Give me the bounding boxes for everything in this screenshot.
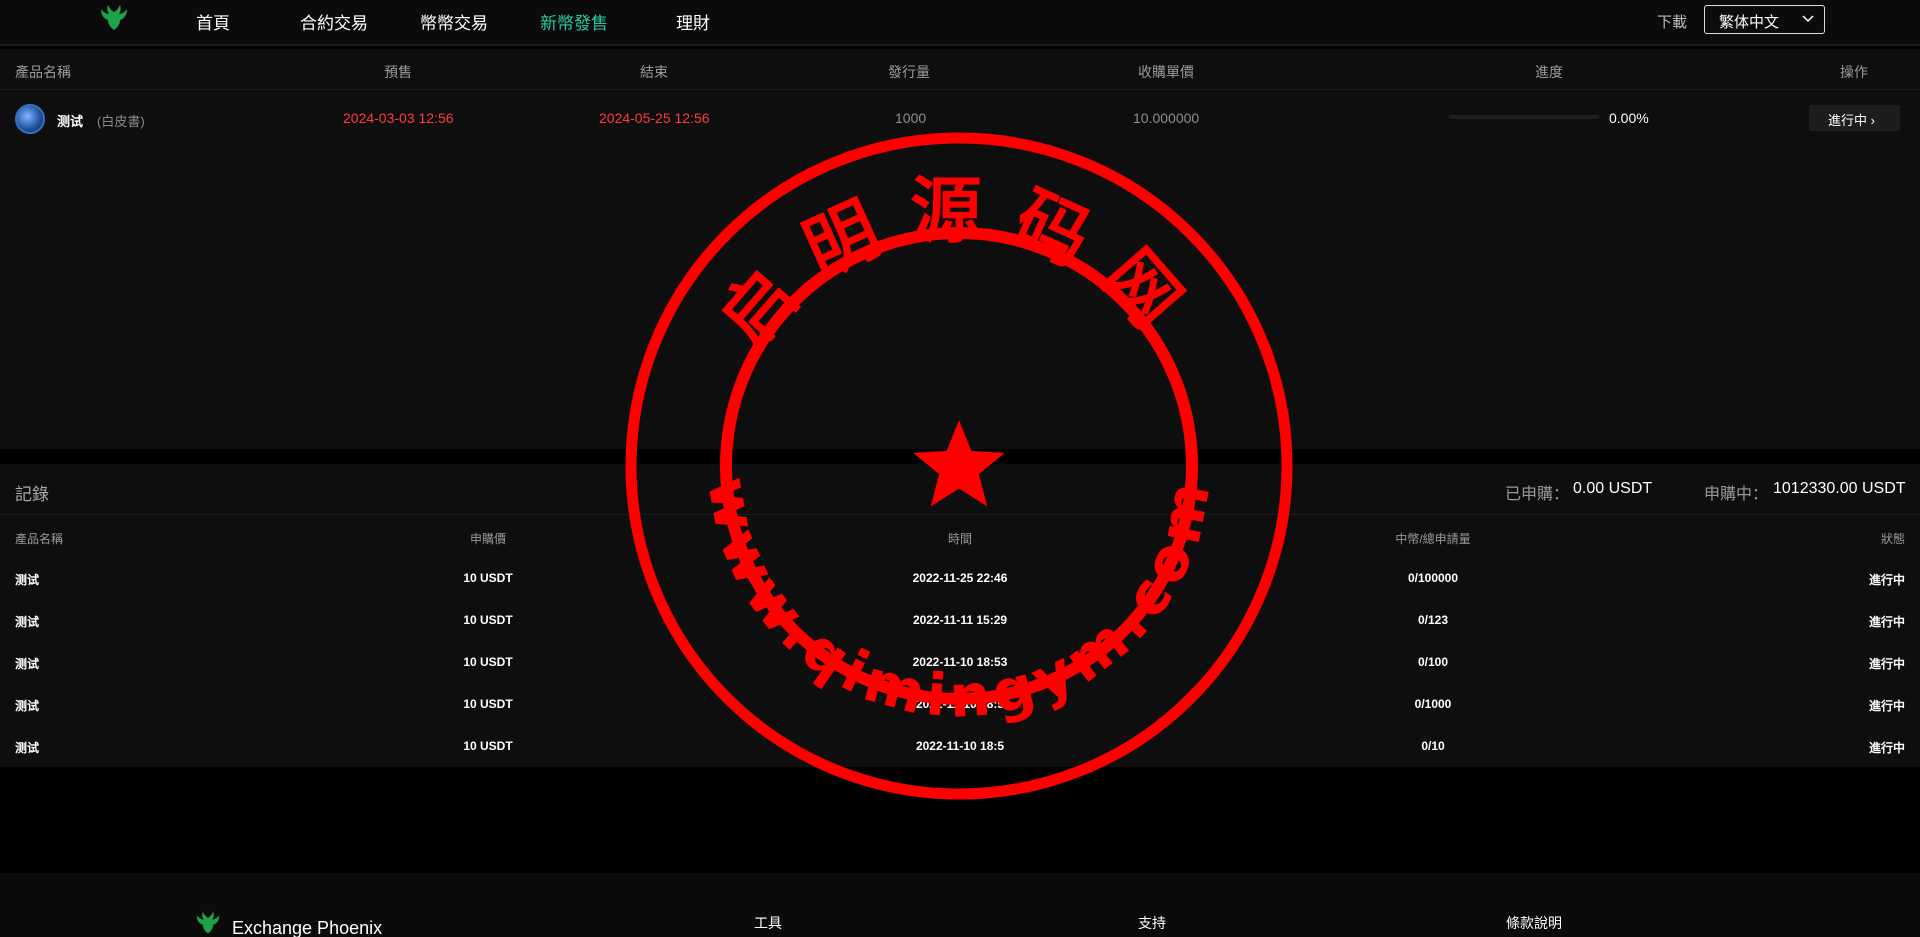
language-select-value: 繁体中文 <box>1719 14 1780 31</box>
download-link[interactable]: 下載 <box>1657 11 1687 32</box>
record-status: 進行中 <box>1868 699 1905 713</box>
progress-percent: 0.00% <box>1609 110 1649 126</box>
subscribing-label: 申購中： <box>1704 486 1769 503</box>
product-name: 测试 <box>57 114 84 129</box>
coin-avatar <box>15 104 45 134</box>
subscribing-value: 1012330.00 USDT <box>1773 480 1906 497</box>
chevron-down-icon <box>1802 15 1814 23</box>
issued-amount: 1000 <box>895 110 927 126</box>
record-price: 10 USDT <box>463 571 513 585</box>
record-name: 测试 <box>15 741 40 755</box>
col-quantity: 中幣/總申請量 <box>1395 532 1471 546</box>
nav-home[interactable]: 首頁 <box>196 9 230 34</box>
record-price: 10 USDT <box>463 655 513 669</box>
footer: Exchange Phoenix 工具 支持 條款說明 <box>0 873 1920 937</box>
record-price: 10 USDT <box>463 739 513 753</box>
col-presale: 預售 <box>384 64 412 80</box>
record-name: 测试 <box>15 699 40 713</box>
record-name: 测试 <box>15 657 40 671</box>
col-issued: 發行量 <box>888 64 930 80</box>
in-progress-button[interactable]: 進行中 › <box>1809 105 1900 131</box>
record-price: 10 USDT <box>463 613 513 627</box>
record-time: 2022-11-10 18:53 <box>912 655 1008 669</box>
language-select[interactable]: 繁体中文 <box>1704 5 1825 34</box>
divider <box>0 89 1920 90</box>
phoenix-logo-icon <box>196 911 220 934</box>
record-quantity: 0/1000 <box>1414 697 1452 711</box>
product-list-panel: 產品名稱 預售 結束 發行量 收購單價 進度 操作 测试 (白皮書) 2024-… <box>0 49 1920 449</box>
footer-tools[interactable]: 工具 <box>754 913 782 933</box>
presale-time: 2024-03-03 12:56 <box>343 110 454 126</box>
record-time: 2022-11-25 22:46 <box>912 571 1008 585</box>
nav-coin-trading[interactable]: 幣幣交易 <box>420 9 488 34</box>
status-label: 進行中 <box>1828 113 1868 128</box>
col-purchase-price: 收購單價 <box>1138 64 1194 80</box>
records-title: 記錄 <box>15 485 49 504</box>
record-quantity: 0/100 <box>1417 655 1449 669</box>
nav-contract-trading[interactable]: 合約交易 <box>300 9 368 34</box>
record-time: 2022-11-10 18:5 <box>915 697 1005 711</box>
top-navbar: 首頁 合約交易 幣幣交易 新幣發售 理財 下載 繁体中文 <box>0 0 1920 46</box>
whitepaper-link[interactable]: (白皮書) <box>97 111 145 130</box>
record-status: 進行中 <box>1868 615 1905 629</box>
chevron-right-icon: › <box>1870 113 1875 128</box>
purchase-price: 10.000000 <box>1133 110 1200 126</box>
record-name: 测试 <box>15 573 40 587</box>
col-product-name: 產品名稱 <box>15 64 71 80</box>
record-time: 2022-11-10 18:5 <box>915 739 1005 753</box>
footer-support[interactable]: 支持 <box>1138 913 1166 933</box>
col-progress: 進度 <box>1535 64 1563 80</box>
record-quantity: 0/10 <box>1421 739 1445 753</box>
nav-new-coin-sale[interactable]: 新幣發售 <box>540 9 608 34</box>
nav-wealth-management[interactable]: 理財 <box>676 9 710 34</box>
footer-terms[interactable]: 條款說明 <box>1506 913 1562 933</box>
phoenix-logo-icon[interactable] <box>99 3 129 33</box>
record-status: 進行中 <box>1868 741 1905 755</box>
record-time: 2022-11-11 15:29 <box>912 613 1008 627</box>
col-end: 結束 <box>640 64 668 80</box>
end-time: 2024-05-25 12:56 <box>599 110 710 126</box>
col-subscribe-price: 申購價 <box>469 532 507 546</box>
footer-brand: Exchange Phoenix <box>232 918 383 937</box>
subscribed-value: 0.00 USDT <box>1573 480 1653 497</box>
record-status: 進行中 <box>1868 657 1905 671</box>
record-quantity: 0/123 <box>1417 613 1449 627</box>
record-price: 10 USDT <box>463 697 513 711</box>
progress-bar <box>1449 115 1599 119</box>
record-name: 测试 <box>15 615 40 629</box>
col-time: 時間 <box>947 532 973 546</box>
col-status: 狀態 <box>1880 532 1905 546</box>
record-status: 進行中 <box>1868 573 1905 587</box>
record-quantity: 0/100000 <box>1407 571 1459 585</box>
divider <box>0 514 1920 515</box>
records-panel: 記錄 已申購： 0.00 USDT 申購中： 1012330.00 USDT 產… <box>0 464 1920 767</box>
col-action: 操作 <box>1840 64 1868 80</box>
subscribed-label: 已申購： <box>1505 486 1570 503</box>
col-record-name: 產品名稱 <box>15 532 64 546</box>
